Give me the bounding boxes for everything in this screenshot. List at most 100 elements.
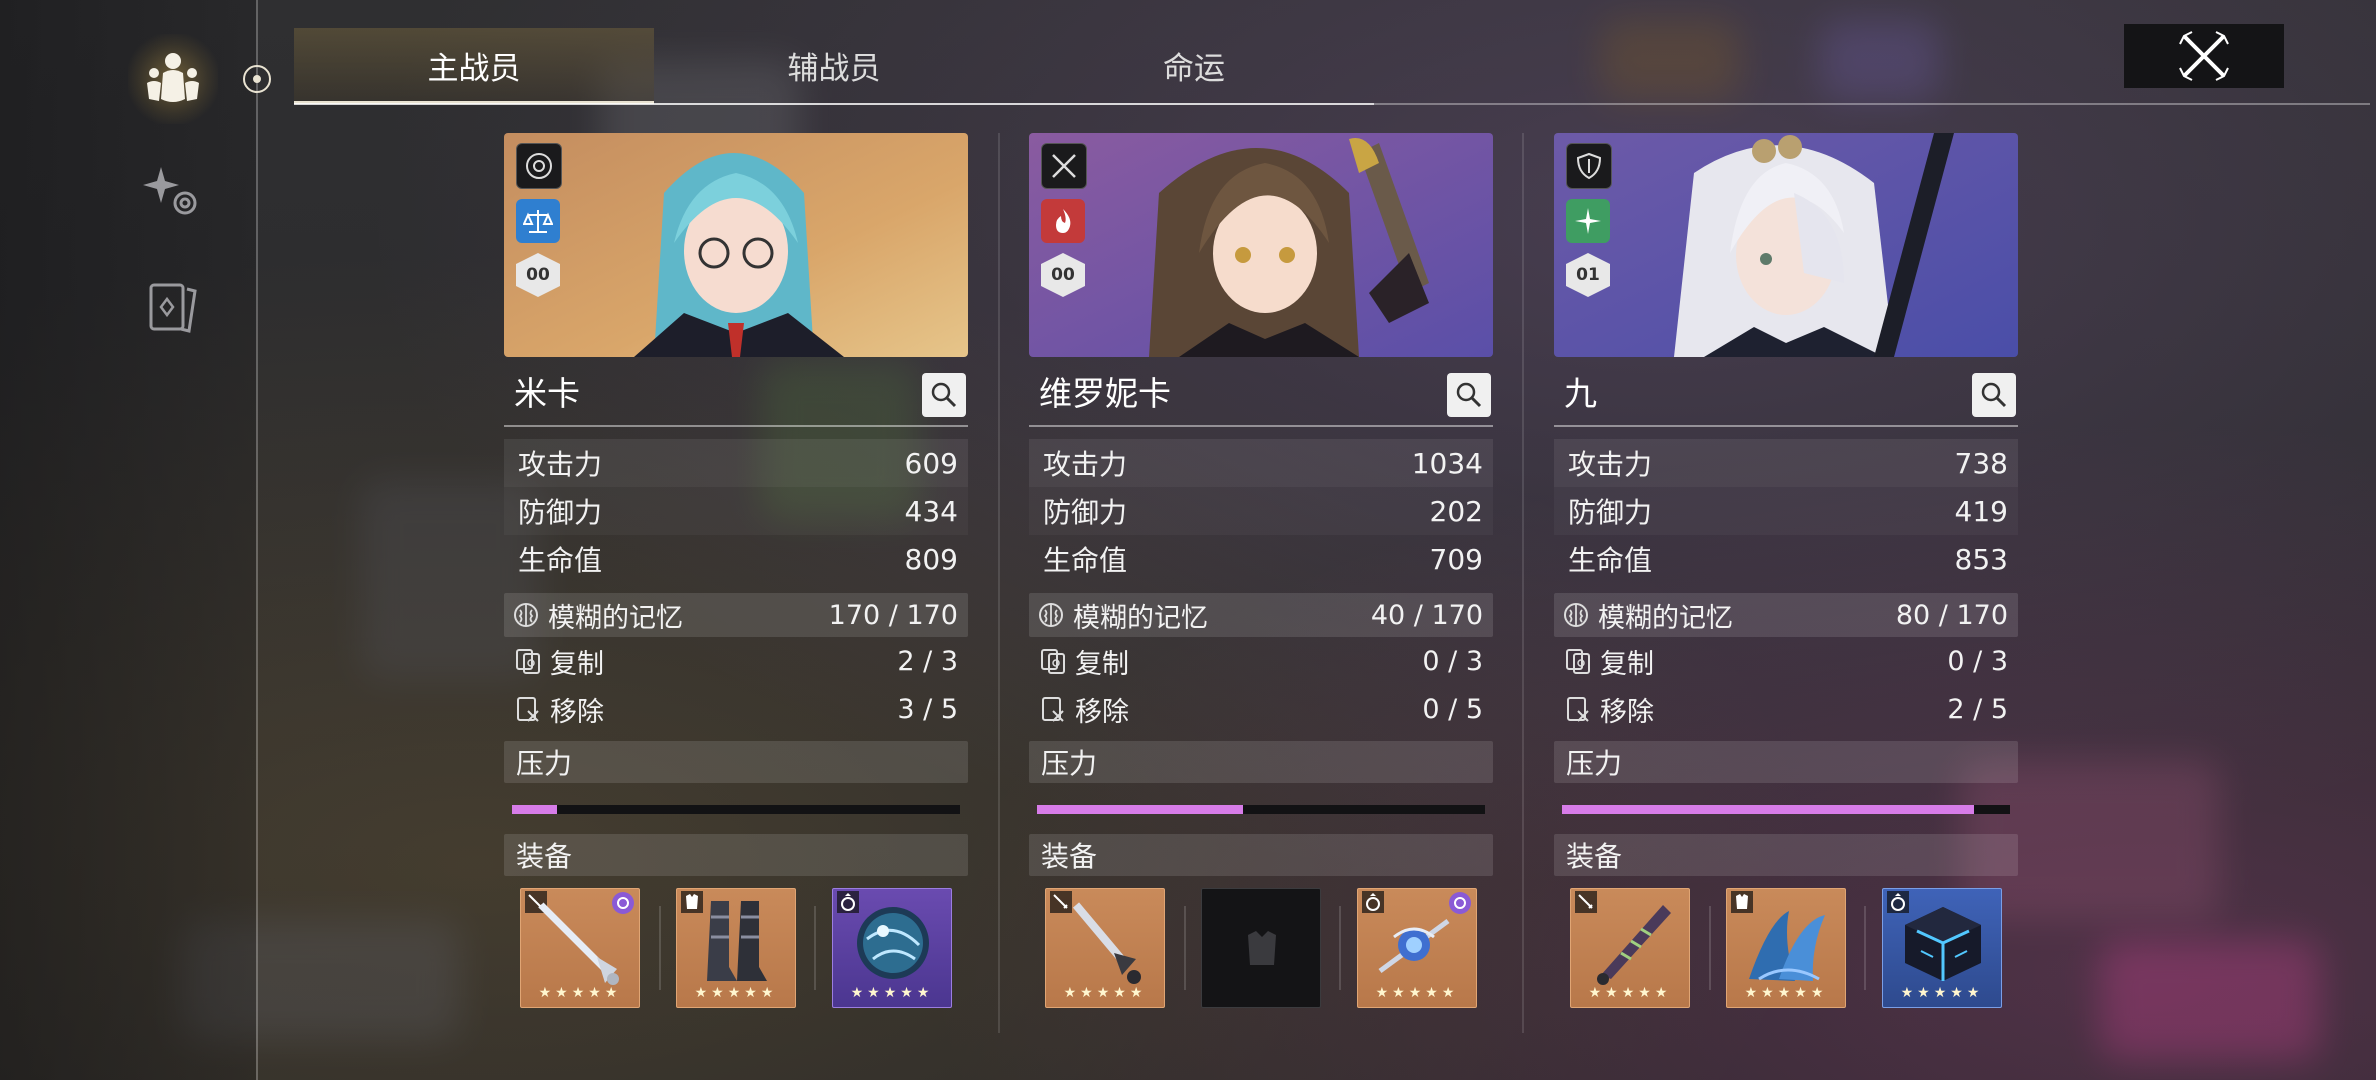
copy-value: 2 / 3 — [897, 645, 958, 677]
equip-slot-armor[interactable]: ★★★★★ — [1726, 888, 1846, 1008]
character-portrait[interactable]: 00 — [1029, 133, 1493, 357]
remove-card-icon — [517, 697, 539, 722]
remove-value: 0 / 5 — [1422, 693, 1483, 725]
portrait-art — [1554, 133, 2018, 357]
stat-label: 生命值 — [1043, 544, 1128, 577]
element-badge — [1566, 199, 1610, 243]
copy-row: 复制 2 / 3 — [504, 637, 968, 685]
search-icon — [931, 382, 957, 408]
armor-placeholder-icon — [1248, 931, 1276, 965]
stat-value: 1034 — [1411, 446, 1483, 480]
flame-icon — [1056, 209, 1071, 233]
column-divider — [1522, 133, 1524, 1033]
character-card-2: 00 维罗妮卡 攻击力 1034 防御力 202 生命值 709 模糊的记忆 40 /… — [1029, 133, 1493, 1008]
stat-defense: 防御力 419 — [1554, 487, 2018, 535]
character-portrait[interactable]: 00 — [504, 133, 968, 357]
class-badge — [516, 143, 562, 189]
inspect-button[interactable] — [1447, 373, 1491, 417]
target-icon — [526, 153, 552, 179]
equip-slot-weapon[interactable]: ★★★★★ — [1045, 888, 1165, 1008]
crossed-swords-icon — [1052, 154, 1076, 178]
character-portrait[interactable]: 01 — [1554, 133, 2018, 357]
cards-nav-button[interactable] — [128, 262, 218, 352]
element-badge — [1041, 199, 1085, 243]
stress-header: 压力 — [504, 741, 968, 783]
shield-icon — [1576, 152, 1602, 180]
search-icon — [1456, 382, 1482, 408]
tab-underline-strong — [294, 103, 1374, 105]
slot-divider — [814, 906, 816, 990]
stress-fill — [1037, 805, 1244, 814]
tab-main-fighter[interactable]: 主战员 — [294, 28, 654, 104]
stress-bar — [1037, 805, 1485, 814]
equip-slot-accessory[interactable]: ★★★★★ — [1357, 888, 1477, 1008]
remove-value: 2 / 5 — [1947, 693, 2008, 725]
dagger-icon — [1072, 902, 1141, 984]
class-badge — [1566, 143, 1612, 189]
brain-icon — [1564, 603, 1588, 627]
equip-slot-accessory[interactable]: ★★★★★ — [1882, 888, 2002, 1008]
stat-label: 攻击力 — [1568, 448, 1653, 481]
rarity-stars: ★★★★★ — [1063, 985, 1147, 1001]
rarity-stars: ★★★★★ — [694, 985, 778, 1001]
close-icon — [2179, 31, 2229, 81]
staff-orb-icon — [1378, 918, 1450, 974]
stat-label: 生命值 — [518, 544, 603, 577]
equipment-row: ★★★★★ ★★★★★ ★★★★★ — [1554, 888, 2018, 1008]
character-name-bar: 米卡 — [504, 357, 968, 427]
rarity-stars: ★★★★★ — [1744, 985, 1828, 1001]
memory-label: 模糊的记忆 — [1073, 602, 1208, 634]
rail-divider — [256, 0, 258, 1080]
stat-attack: 攻击力 609 — [504, 439, 968, 487]
character-card-3: 01 九 攻击力 738 防御力 419 生命值 853 模糊的记忆 80 / 170… — [1554, 133, 2018, 1008]
tab-fate[interactable]: 命运 — [1014, 28, 1374, 102]
class-badge — [1041, 143, 1087, 189]
memory-label: 模糊的记忆 — [548, 602, 683, 634]
equip-slot-weapon[interactable]: ★★★★★ — [1570, 888, 1690, 1008]
orb-icon — [857, 907, 929, 979]
skills-nav-button[interactable] — [128, 146, 218, 236]
copy-card-icon — [1566, 649, 1590, 674]
tab-support-fighter[interactable]: 辅战员 — [654, 28, 1014, 102]
slot-divider — [659, 906, 661, 990]
character-name: 维罗妮卡 — [1039, 374, 1171, 413]
stat-label: 防御力 — [1043, 496, 1128, 529]
inspect-button[interactable] — [1972, 373, 2016, 417]
stress-fill — [512, 805, 557, 814]
remove-value: 3 / 5 — [897, 693, 958, 725]
memory-value: 80 / 170 — [1895, 599, 2008, 631]
equipment-header: 装备 — [504, 834, 968, 876]
boots-icon — [707, 901, 767, 981]
copy-value: 0 / 3 — [1422, 645, 1483, 677]
copy-value: 0 / 3 — [1947, 645, 2008, 677]
feather-claw-icon — [1749, 911, 1825, 981]
close-button[interactable] — [2124, 24, 2284, 88]
memory-value: 40 / 170 — [1370, 599, 1483, 631]
equipment-row: ★★★★★ ★★★★★ — [1029, 888, 1493, 1008]
remove-row: 移除 2 / 5 — [1554, 685, 2018, 733]
remove-label: 移除 — [1075, 696, 1129, 728]
stat-label: 攻击力 — [1043, 448, 1128, 481]
stat-value: 709 — [1429, 542, 1483, 576]
party-nav-button[interactable] — [128, 34, 218, 124]
stress-header: 压力 — [1029, 741, 1493, 783]
stat-value: 809 — [904, 542, 958, 576]
equip-slot-accessory[interactable]: ★★★★★ — [832, 888, 952, 1008]
jagged-blade-icon — [1597, 905, 1671, 985]
memory-label: 模糊的记忆 — [1598, 602, 1733, 634]
slot-divider — [1864, 906, 1866, 990]
stat-hp: 生命值 853 — [1554, 535, 2018, 583]
stat-attack: 攻击力 738 — [1554, 439, 2018, 487]
inspect-button[interactable] — [922, 373, 966, 417]
cube-icon — [1905, 907, 1981, 981]
copy-label: 复制 — [1600, 648, 1654, 680]
equip-slot-armor[interactable]: ★★★★★ — [676, 888, 796, 1008]
sword-icon — [538, 902, 619, 985]
rarity-stars: ★★★★★ — [1375, 985, 1459, 1001]
copy-row: 复制 0 / 3 — [1029, 637, 1493, 685]
equip-slot-armor-empty[interactable] — [1201, 888, 1321, 1008]
remove-card-icon — [1567, 697, 1589, 722]
equip-slot-weapon[interactable]: ★★★★★ — [520, 888, 640, 1008]
memory-row: 模糊的记忆 80 / 170 — [1554, 593, 2018, 637]
card-deck-icon — [149, 283, 197, 333]
